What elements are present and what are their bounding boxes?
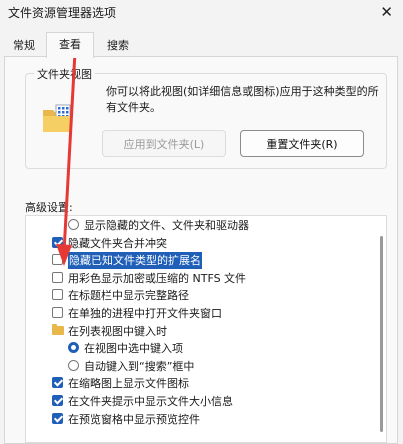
setting-checkbox[interactable] <box>52 271 63 283</box>
setting-label: 自动键入到“搜索”框中 <box>84 359 195 373</box>
setting-checkbox[interactable] <box>52 377 63 389</box>
setting-checkbox[interactable] <box>52 307 63 318</box>
setting-checkbox[interactable] <box>52 236 63 248</box>
advanced-setting-row[interactable]: 在列表视图中键入时 <box>26 323 356 340</box>
setting-radio[interactable] <box>68 359 79 371</box>
apply-to-folders-button[interactable]: 应用到文件夹(L) <box>102 130 226 157</box>
setting-radio[interactable] <box>68 342 79 354</box>
advanced-setting-row[interactable]: 在预览窗格中显示预览控件 <box>26 411 356 428</box>
advanced-setting-row[interactable]: 显示隐藏的文件、文件夹和驱动器 <box>26 217 356 234</box>
setting-label: 在单独的进程中打开文件夹窗口 <box>68 307 222 320</box>
advanced-setting-row[interactable]: 自动键入到“搜索”框中 <box>26 358 356 375</box>
setting-checkbox[interactable] <box>52 254 63 266</box>
setting-label: 用彩色显示加密或压缩的 NTFS 文件 <box>68 271 247 285</box>
setting-label: 在列表视图中键入时 <box>68 324 167 338</box>
advanced-setting-row[interactable]: 在文件夹提示中显示文件大小信息 <box>26 393 356 410</box>
folder-views-description: 你可以将此视图(如详细信息或图标)应用于这种类型的所有文件夹。 <box>106 85 379 114</box>
reset-folders-button[interactable]: 重置文件夹(R) <box>240 130 364 157</box>
setting-label: 在标题栏中显示完整路径 <box>68 289 189 303</box>
tab-view[interactable]: 查看 <box>46 32 94 58</box>
advanced-setting-row[interactable]: 隐藏已知文件类型的扩展名 <box>26 252 356 270</box>
setting-radio[interactable] <box>68 219 79 230</box>
setting-label: 在缩略图上显示文件图标 <box>68 377 189 391</box>
folder-icon <box>43 104 71 132</box>
view-tab-panel: 文件夹视图 你可以将此视图(如详细信息或图标)应用于这种类型的所有文件夹。 应用… <box>4 56 398 444</box>
tab-search[interactable]: 搜索 <box>98 36 138 56</box>
advanced-settings-list[interactable]: 显示隐藏的文件、文件夹和驱动器隐藏文件夹合并冲突隐藏已知文件类型的扩展名 用彩色显… <box>25 215 387 443</box>
setting-label: 隐藏文件夹合并冲突 <box>68 236 167 250</box>
setting-label: 在预览窗格中显示预览控件 <box>68 412 200 426</box>
advanced-setting-row[interactable]: 在视图中选中键入项 <box>26 340 356 357</box>
setting-checkbox[interactable] <box>52 289 63 301</box>
setting-label: 在视图中选中键入项 <box>84 342 183 356</box>
close-icon[interactable]: ✕ <box>380 0 393 24</box>
setting-label: 在文件夹提示中显示文件大小信息 <box>68 395 233 408</box>
advanced-setting-row[interactable]: 在缩略图上显示文件图标 <box>26 375 356 392</box>
advanced-settings-label: 高级设置: <box>25 201 73 214</box>
folder-views-legend: 文件夹视图 <box>34 66 95 82</box>
setting-checkbox[interactable] <box>52 395 63 406</box>
advanced-setting-row[interactable]: 用彩色显示加密或压缩的 NTFS 文件 <box>26 270 356 287</box>
advanced-setting-row[interactable]: 在单独的进程中打开文件夹窗口 <box>26 305 356 322</box>
tab-bar: 常规 查看 搜索 <box>4 32 399 58</box>
list-scrollbar[interactable] <box>380 236 383 432</box>
folder-views-group: 文件夹视图 你可以将此视图(如详细信息或图标)应用于这种类型的所有文件夹。 应用… <box>25 66 387 169</box>
window-title: 文件资源管理器选项 <box>8 6 117 20</box>
advanced-setting-row[interactable]: 在标题栏中显示完整路径 <box>26 287 356 304</box>
folder-icon <box>52 323 64 335</box>
tab-general[interactable]: 常规 <box>4 36 44 56</box>
setting-checkbox[interactable] <box>52 412 63 424</box>
setting-label: 显示隐藏的文件、文件夹和驱动器 <box>84 219 249 232</box>
advanced-setting-row[interactable]: 隐藏文件夹合并冲突 <box>26 235 356 252</box>
setting-label: 隐藏已知文件类型的扩展名 <box>68 252 202 270</box>
